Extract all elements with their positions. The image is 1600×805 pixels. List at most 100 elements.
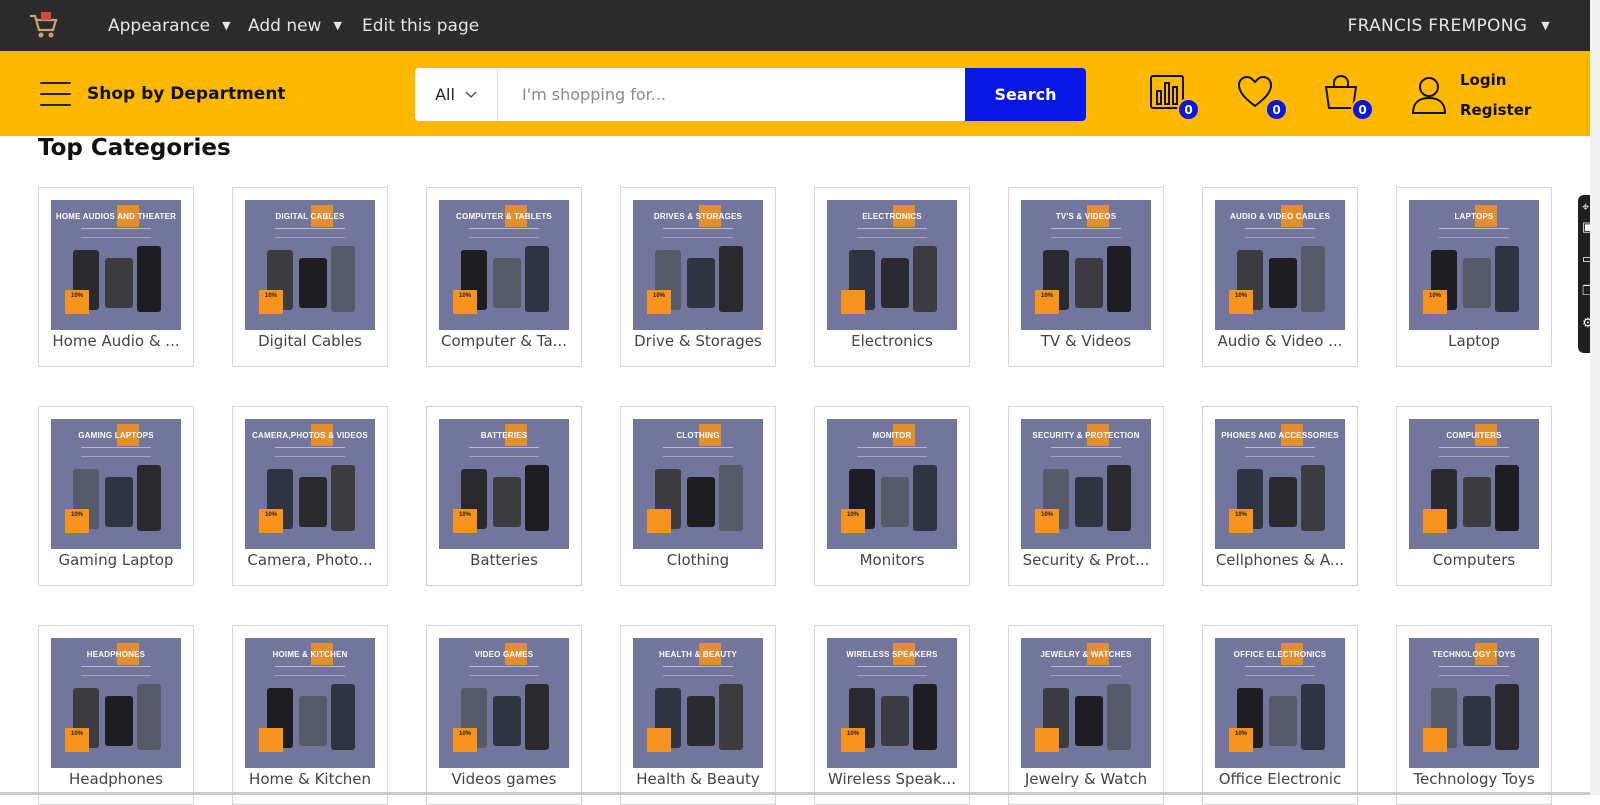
category-banner-title: JEWELRY & WATCHES — [1040, 650, 1132, 659]
category-label: Laptop — [1448, 332, 1500, 350]
category-card[interactable]: WIRELESS SPEAKERS 10% Wireless Speak... — [814, 625, 970, 805]
product-image — [493, 696, 521, 746]
banner-subtext-lines — [1051, 228, 1121, 238]
product-image — [493, 477, 521, 527]
category-card[interactable]: CAMERA,PHOTOS & VIDEOS 10% Camera, Photo..… — [232, 406, 388, 586]
category-image: HEADPHONES 10% — [51, 638, 181, 768]
category-card[interactable]: DRIVES & STORAGES 10% Drive & Storages — [620, 187, 776, 367]
banner-subtext-lines — [857, 447, 927, 457]
search-category-select[interactable]: All — [415, 68, 498, 121]
category-card[interactable]: MONITOR 10% Monitors — [814, 406, 970, 586]
product-image — [913, 465, 937, 531]
category-label: Computer & Ta... — [441, 332, 567, 350]
admin-menu-add-new[interactable]: Add new ▼ — [248, 0, 342, 51]
wishlist-button[interactable]: 0 — [1236, 73, 1288, 121]
product-image — [1107, 246, 1131, 312]
category-image: MONITOR 10% — [827, 419, 957, 549]
category-image: TV'S & VIDEOS 10% — [1021, 200, 1151, 330]
category-card[interactable]: COMPUTER & TABLETS 10% Computer & Ta... — [426, 187, 582, 367]
user-icon[interactable] — [1410, 75, 1448, 115]
user-name: FRANCIS FREMPONG — [1347, 15, 1528, 36]
discount-badge — [647, 509, 671, 533]
discount-badge: 10% — [453, 728, 477, 752]
category-label: Clothing — [666, 551, 730, 569]
category-card[interactable]: OFFICE ELECTRONICS 10% Office Electronic — [1202, 625, 1358, 805]
category-image: JEWELRY & WATCHES — [1021, 638, 1151, 768]
category-image: CLOTHING — [633, 419, 763, 549]
category-card[interactable]: LAPTOPS 10% Laptop — [1396, 187, 1552, 367]
category-card[interactable]: AUDIO & VIDEO CABLES 10% Audio & Video ... — [1202, 187, 1358, 367]
category-card[interactable]: COMPUITERS Computers — [1396, 406, 1552, 586]
site-logo-icon[interactable] — [26, 8, 60, 42]
product-image — [1301, 465, 1325, 531]
category-card[interactable]: ELECTRONICS Electronics — [814, 187, 970, 367]
banner-subtext-lines — [275, 666, 345, 676]
discount-badge: 10% — [1035, 509, 1059, 533]
admin-user-menu[interactable]: FRANCIS FREMPONG ▼ — [1348, 0, 1550, 51]
product-image — [1075, 477, 1103, 527]
category-card[interactable]: JEWELRY & WATCHES Jewelry & Watch — [1008, 625, 1164, 805]
category-banner-title: VIDEO GAMES — [474, 650, 534, 659]
banner-subtext-lines — [1245, 666, 1315, 676]
category-image: HOME AUDIOS AND THEATER 10% — [51, 200, 181, 330]
category-image: OFFICE ELECTRONICS 10% — [1215, 638, 1345, 768]
category-card[interactable]: GAMING LAPTOPS 10% Gaming Laptop — [38, 406, 194, 586]
category-image: BATTERIES 10% — [439, 419, 569, 549]
compare-button[interactable]: 0 — [1148, 73, 1200, 121]
product-image — [137, 465, 161, 531]
banner-subtext-lines — [275, 228, 345, 238]
category-card[interactable]: CLOTHING Clothing — [620, 406, 776, 586]
search-input[interactable] — [498, 68, 965, 121]
category-card[interactable]: DIGITAL CABLES 10% Digital Cables — [232, 187, 388, 367]
category-image: COMPUTER & TABLETS 10% — [439, 200, 569, 330]
cart-button[interactable]: 0 — [1322, 73, 1374, 121]
register-link[interactable]: Register — [1460, 101, 1531, 119]
category-card[interactable]: HOIME & KITCHEN Home & Kitchen — [232, 625, 388, 805]
category-card[interactable]: TECHNOLOGY TOYS Technology Toys — [1396, 625, 1552, 805]
category-card[interactable]: SECURITY & PROTECTION 10% Security & Prot.… — [1008, 406, 1164, 586]
category-card[interactable]: PHONES AND ACCESSORIES 10% Cellphones & A.… — [1202, 406, 1358, 586]
category-card[interactable]: VIDEO GAMES 10% Videos games — [426, 625, 582, 805]
category-grid: HOME AUDIOS AND THEATER 10% Home Audio & .… — [38, 187, 1553, 805]
category-banner-title: LAPTOPS — [1454, 212, 1494, 221]
login-link[interactable]: Login — [1460, 71, 1531, 89]
category-banner-title: PHONES AND ACCESSORIES — [1221, 431, 1339, 440]
discount-badge — [1035, 728, 1059, 752]
discount-badge: 10% — [65, 509, 89, 533]
category-image: SECURITY & PROTECTION 10% — [1021, 419, 1151, 549]
admin-menu-appearance[interactable]: Appearance ▼ — [108, 0, 231, 51]
category-label: Electronics — [851, 332, 933, 350]
category-card[interactable]: BATTERIES 10% Batteries — [426, 406, 582, 586]
admin-menu-edit-page[interactable]: Edit this page — [362, 0, 479, 51]
product-image — [1463, 258, 1491, 308]
product-image — [719, 246, 743, 312]
product-image — [525, 246, 549, 312]
shop-by-department-button[interactable]: Shop by Department — [40, 51, 286, 136]
wishlist-count-badge: 0 — [1265, 98, 1288, 121]
product-image — [331, 684, 355, 750]
category-banner-title: CLOTHING — [676, 431, 720, 440]
category-image: GAMING LAPTOPS 10% — [51, 419, 181, 549]
category-card[interactable]: TV'S & VIDEOS 10% TV & Videos — [1008, 187, 1164, 367]
category-label: Jewelry & Watch — [1024, 770, 1148, 788]
category-image: PHONES AND ACCESSORIES 10% — [1215, 419, 1345, 549]
banner-subtext-lines — [663, 666, 733, 676]
category-banner-title: DIGITAL CABLES — [275, 212, 345, 221]
category-label: Gaming Laptop — [58, 551, 174, 569]
category-card[interactable]: HEALTH & BEAUTY Health & Beauty — [620, 625, 776, 805]
product-image — [1107, 684, 1131, 750]
product-image — [331, 246, 355, 312]
product-image — [299, 477, 327, 527]
product-image — [137, 246, 161, 312]
account-area: Login Register — [1410, 71, 1531, 119]
category-label: Batteries — [470, 551, 538, 569]
category-card[interactable]: HEADPHONES 10% Headphones — [38, 625, 194, 805]
banner-subtext-lines — [663, 447, 733, 457]
banner-subtext-lines — [81, 228, 151, 238]
banner-subtext-lines — [469, 666, 539, 676]
search-button[interactable]: Search — [965, 68, 1086, 121]
category-card[interactable]: HOME AUDIOS AND THEATER 10% Home Audio & .… — [38, 187, 194, 367]
category-image: HEALTH & BEAUTY — [633, 638, 763, 768]
page-scrollbar[interactable] — [1590, 0, 1600, 795]
category-banner-title: ELECTRONICS — [862, 212, 922, 221]
